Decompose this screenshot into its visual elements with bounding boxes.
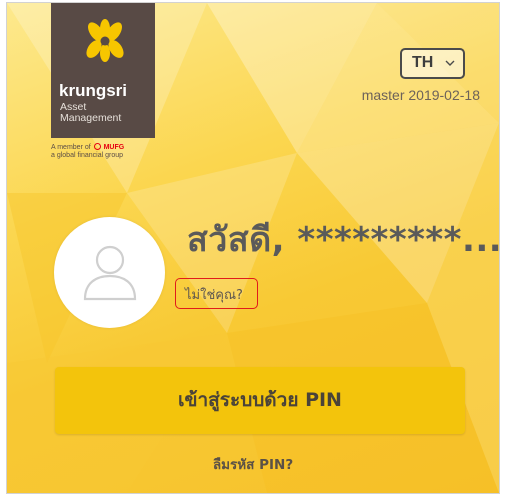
mufg-logo-icon <box>93 143 101 150</box>
greeting-text: สวัสดี, *********... <box>187 220 500 260</box>
krungsri-logo-icon <box>86 19 124 62</box>
avatar <box>54 217 165 328</box>
logo-wordmark: krungsri <box>59 81 128 100</box>
user-avatar-icon <box>83 245 137 301</box>
language-select[interactable]: TH <box>400 48 465 79</box>
not-you-link[interactable]: ไม่ใช่คุณ? <box>185 284 243 305</box>
member-prefix: A member of <box>51 144 91 151</box>
pin-login-button[interactable]: เข้าสู่ระบบด้วย PIN <box>55 367 465 434</box>
group-tagline: a global financial group <box>51 152 123 159</box>
app-screen: krungsri Asset Management A member of MU… <box>6 2 500 494</box>
logo-subtitle-line2: Management <box>60 112 122 124</box>
forgot-pin-link[interactable]: ลืมรหัส PIN? <box>7 453 499 475</box>
version-label: master 2019-02-18 <box>361 87 480 103</box>
mufg-member-line: A member of MUFG <box>51 143 124 152</box>
mufg-brand: MUFG <box>103 144 125 151</box>
chevron-down-icon <box>445 60 455 66</box>
language-value: TH <box>412 54 434 71</box>
krungsri-logo: krungsri Asset Management <box>51 3 155 138</box>
pin-login-label: เข้าสู่ระบบด้วย PIN <box>178 389 342 411</box>
